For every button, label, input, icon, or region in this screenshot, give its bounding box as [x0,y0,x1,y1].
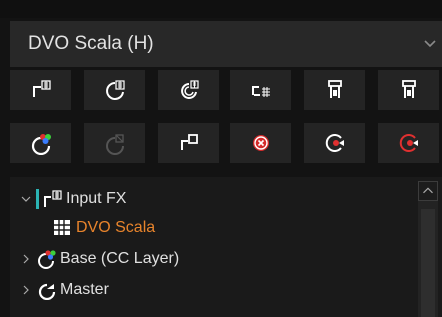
combiner-button[interactable] [378,70,439,110]
compound-node-icon [180,134,198,150]
panel-top-strip [0,0,442,18]
disabled-layer-button[interactable] [84,123,145,163]
add-corrector-button[interactable] [84,70,145,110]
color-layer-icon [31,134,51,155]
tree-item-dvo-scala[interactable]: DVO Scala [52,216,155,240]
chevron-right-icon[interactable] [20,253,32,265]
chevron-up-icon [423,187,433,194]
reset-grade-button[interactable] [304,123,365,163]
master-icon [38,283,56,300]
tree-item-label: Master [60,281,109,298]
reset-all-button[interactable] [378,123,439,163]
layer-mixer-button[interactable] [230,70,291,110]
chevron-right-icon[interactable] [20,284,32,296]
reset-icon [325,134,344,152]
tree-item-label: Base (CC Layer) [60,250,180,267]
tree-item-master[interactable]: Master [20,278,109,302]
delete-x-icon [252,135,269,151]
node-insert-icon [32,80,51,97]
tree-item-label: Input FX [66,190,127,207]
parallel-node-button[interactable] [158,70,219,110]
splitter-icon [327,80,342,98]
color-layer-button[interactable] [10,123,71,163]
effect-dropdown[interactable]: DVO Scala (H) [10,21,442,67]
tree-item-input-fx[interactable]: Input FX [20,187,126,211]
parallel-icon [180,80,199,99]
scroll-up-button[interactable] [418,181,438,201]
color-layer-icon [38,250,56,269]
node-tree: Input FX DVO Scala Base (CC Layer) Maste… [10,177,442,317]
grid-icon [54,220,70,235]
tree-scrollbar[interactable] [418,181,438,317]
tree-item-label: DVO Scala [76,219,156,236]
delete-node-button[interactable] [230,123,291,163]
chevron-down-icon[interactable] [20,193,32,205]
corrector-icon [105,80,125,100]
toolbar-row-2 [10,123,442,167]
combiner-icon [401,80,416,98]
reset-all-icon [399,134,418,152]
compound-node-button[interactable] [158,123,219,163]
chevron-down-icon [424,40,436,48]
input-fx-icon [44,190,62,207]
layer-mixer-icon [251,86,270,97]
toolbar-row-1 [10,70,442,114]
tree-item-base-cc-layer[interactable]: Base (CC Layer) [20,247,179,271]
selection-marker [36,189,39,209]
insert-node-button[interactable] [10,70,71,110]
scroll-thumb[interactable] [421,209,435,317]
splitter-button[interactable] [304,70,365,110]
disabled-layer-icon [105,134,124,155]
effect-dropdown-value: DVO Scala (H) [28,33,154,54]
